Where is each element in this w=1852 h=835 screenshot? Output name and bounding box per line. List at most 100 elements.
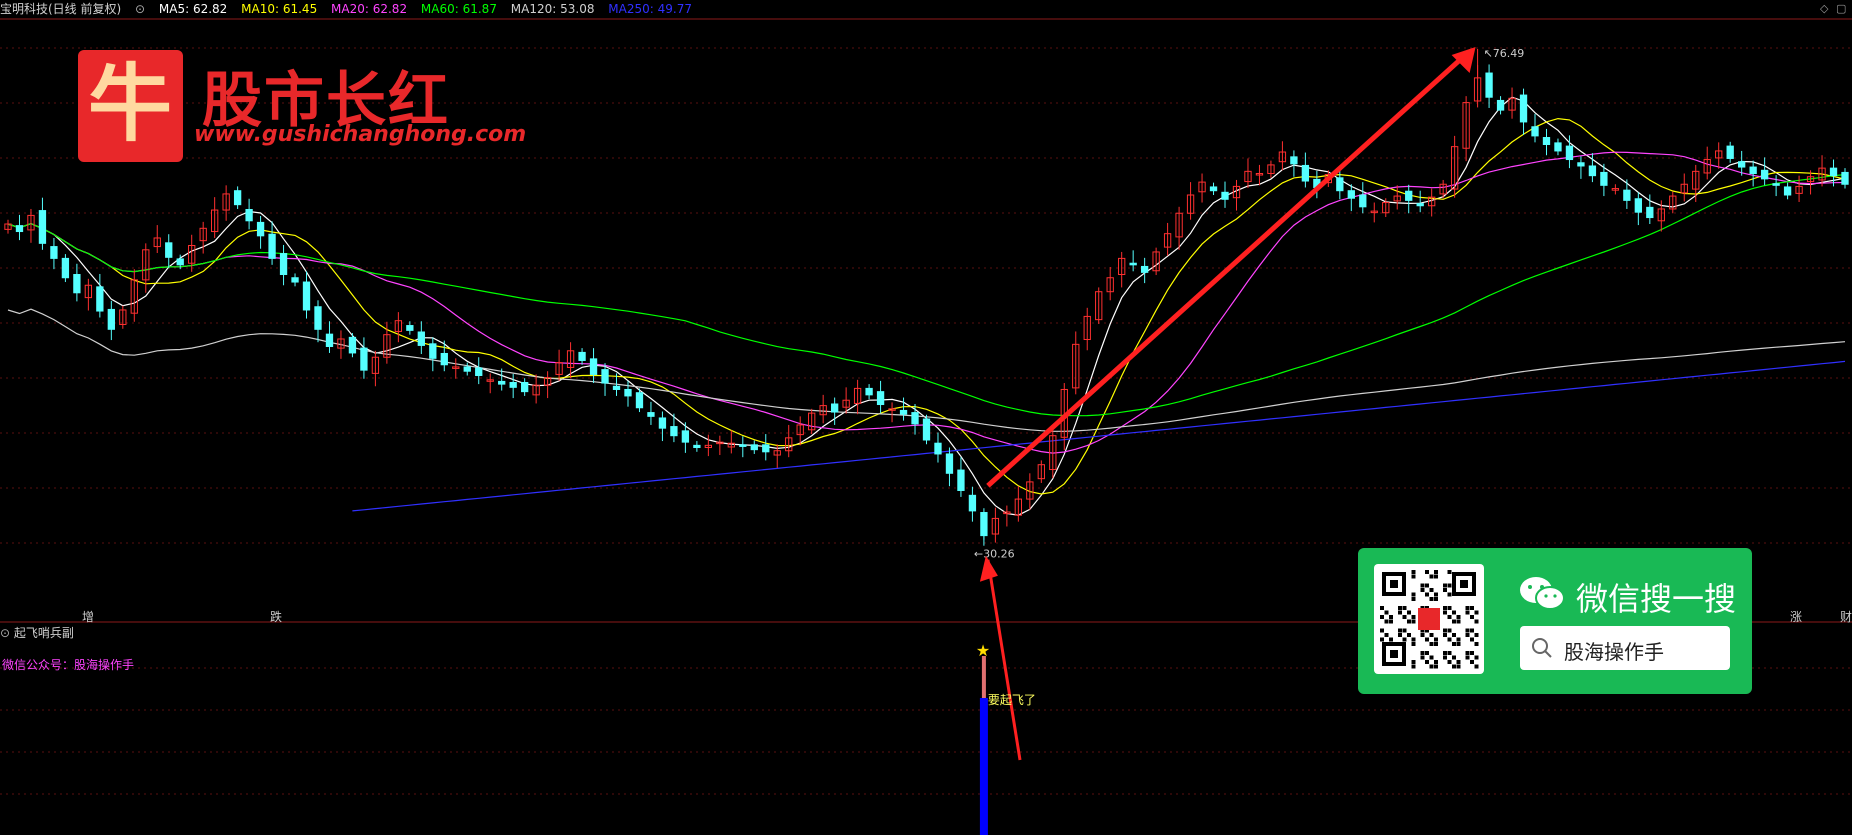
qr-module [1452, 610, 1456, 615]
signal-bar [979, 698, 988, 835]
candle-down [1829, 167, 1838, 177]
candle-down [624, 388, 632, 397]
ma120-label: MA120: 53.08 [510, 2, 595, 16]
candle-down [1554, 142, 1562, 152]
candle-down [1347, 190, 1355, 199]
candle-down [1577, 162, 1585, 167]
qr-module [1411, 660, 1416, 664]
candle-down [647, 412, 655, 417]
wechat-search-box[interactable]: 股海操作手 [1520, 626, 1730, 670]
diamond-icon[interactable]: ◇ [1820, 2, 1828, 15]
candle-down [1531, 126, 1539, 137]
qr-module [1465, 628, 1470, 633]
candle-down [578, 351, 586, 361]
sub-panel-toggle-icon[interactable]: ⊙ [0, 626, 10, 640]
qr-module [1447, 592, 1452, 597]
qr-module [1411, 664, 1416, 669]
candle-down [73, 274, 81, 294]
qr-module [1470, 615, 1474, 619]
candle-down [1140, 265, 1149, 273]
qr-module [1434, 574, 1438, 579]
candle-down [1129, 262, 1137, 266]
event-tag-cai: 财 [1840, 610, 1852, 624]
qr-module [1443, 651, 1447, 655]
qr-module [1402, 615, 1407, 619]
qr-module [1411, 592, 1416, 597]
candle-down [1749, 166, 1757, 175]
qr-module [1420, 655, 1425, 660]
qr-module [1411, 615, 1416, 619]
candle-down [762, 444, 770, 453]
qr-module [1411, 619, 1416, 624]
qr-module [1474, 655, 1479, 660]
qr-center-logo [1418, 608, 1440, 630]
qr-module [1434, 637, 1438, 642]
candle-down [256, 221, 265, 237]
qr-module [1434, 570, 1438, 574]
candle-down [165, 242, 173, 258]
stock-label: 宝明科技(日线 前复权) [0, 2, 122, 16]
qr-module [1398, 610, 1402, 615]
qr-module [1420, 583, 1425, 588]
candle-down [302, 281, 311, 311]
window-icon[interactable]: ▢ [1836, 2, 1846, 15]
candle-down [934, 442, 942, 455]
qr-module [1429, 655, 1434, 660]
candle-down [601, 369, 609, 384]
qr-module [1429, 574, 1434, 579]
ma-toggle-icon[interactable]: ⊙ [135, 2, 145, 16]
qr-finder-core [1390, 650, 1398, 658]
candle-down [1416, 203, 1424, 207]
wechat-title: 微信搜一搜 [1576, 580, 1737, 618]
ma20-label: MA20: 62.82 [331, 2, 408, 16]
qr-module [1456, 664, 1461, 669]
qr-module [1443, 588, 1447, 592]
sub-panel-header: ⊙ 起飞哨兵副 [0, 624, 74, 642]
qr-module [1402, 637, 1407, 642]
qr-module [1420, 633, 1425, 637]
candle-down [509, 381, 517, 388]
qr-module [1456, 642, 1461, 646]
qr-module [1420, 588, 1425, 592]
candle-down [417, 331, 425, 346]
candle-down [61, 257, 70, 279]
qr-module [1434, 597, 1438, 601]
qr-code-icon [1380, 570, 1479, 669]
candle-down [945, 453, 954, 474]
qr-module [1447, 606, 1452, 610]
qr-finder-core [1460, 580, 1468, 588]
qr-module [1447, 583, 1452, 588]
qr-module [1447, 651, 1452, 655]
candle-down [1221, 191, 1229, 200]
wechat-card[interactable]: 微信搜一搜 股海操作手 [1358, 548, 1752, 694]
signal-arrow [986, 559, 1022, 761]
qr-module [1443, 628, 1447, 633]
qr-module [1447, 615, 1452, 619]
candle-down [612, 385, 621, 390]
candle-down [1634, 198, 1642, 213]
candle-down [406, 325, 414, 331]
qr-module [1407, 610, 1411, 615]
qr-module [1420, 651, 1425, 655]
qr-module [1443, 655, 1447, 660]
qr-module [1429, 588, 1434, 592]
qr-module [1474, 610, 1479, 615]
candle-down [498, 380, 506, 385]
candle-down [1623, 189, 1631, 201]
qr-module [1411, 597, 1416, 601]
qr-module [1470, 606, 1474, 610]
qr-module [1470, 628, 1474, 633]
qr-module [1402, 606, 1407, 610]
qr-module [1407, 633, 1411, 637]
qr-module [1425, 592, 1429, 597]
qr-module [1443, 633, 1447, 637]
chart-header: 宝明科技(日线 前复权) ⊙ MA5: 62.82 MA10: 61.45 MA… [0, 0, 702, 18]
candle-down [291, 277, 299, 283]
qr-module [1398, 633, 1402, 637]
qr-code [1374, 564, 1484, 674]
qr-module [1425, 583, 1429, 588]
candle-down [268, 233, 276, 259]
ma10-label: MA10: 61.45 [241, 2, 318, 16]
candle-down [520, 381, 529, 393]
candle-down [279, 253, 288, 276]
